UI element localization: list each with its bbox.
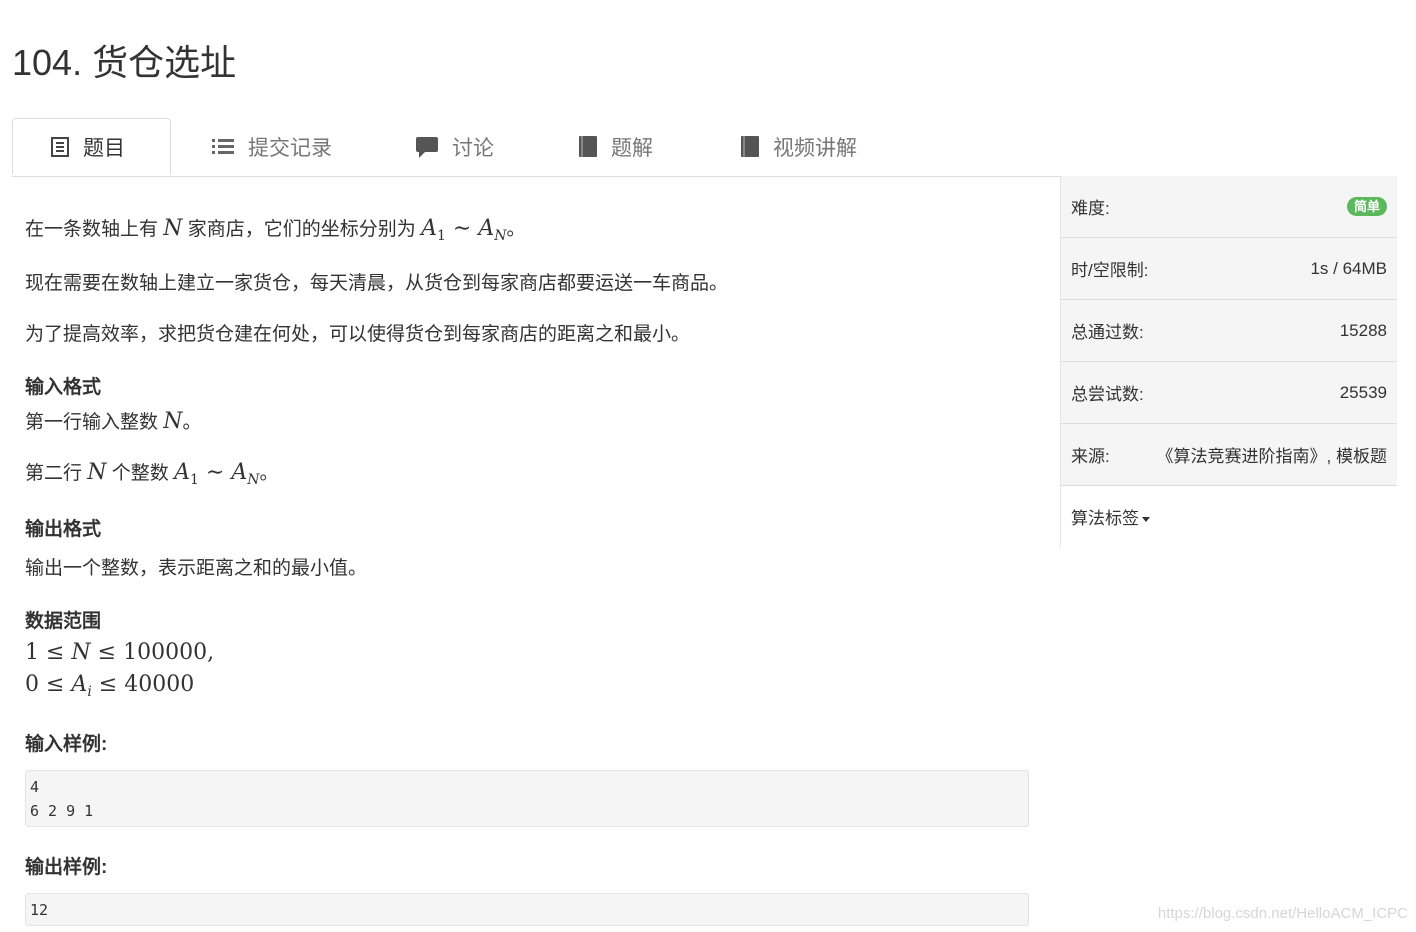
passed-row: 总通过数: 15288 — [1061, 300, 1397, 362]
tab-problem-label: 题目 — [83, 136, 125, 160]
tab-solutions-label: 题解 — [611, 136, 653, 160]
limit-label: 时/空限制: — [1071, 261, 1149, 280]
watermark: https://blog.csdn.net/HelloACM_ICPC — [1157, 905, 1408, 922]
sample-output-block: 12 — [25, 893, 1029, 926]
sample-output-heading: 输出样例: — [25, 857, 108, 878]
tried-label: 总尝试数: — [1071, 385, 1144, 404]
list-alt-icon — [51, 136, 69, 157]
input-format-heading: 输入格式 — [25, 377, 102, 398]
limit-row: 时/空限制: 1s / 64MB — [1061, 238, 1397, 300]
tags-dropdown[interactable]: 算法标签 — [1071, 504, 1150, 529]
tried-row: 总尝试数: 25539 — [1061, 362, 1397, 424]
problem-info-panel: 难度: 简单 时/空限制: 1s / 64MB 总通过数: 15288 总尝试数… — [1060, 176, 1397, 547]
tab-video-label: 视频讲解 — [773, 136, 857, 160]
tab-video[interactable]: 视频讲解 — [741, 118, 857, 175]
book-icon — [579, 136, 597, 157]
limit-value: 1s / 64MB — [1310, 258, 1387, 278]
source-value: 《算法竞赛进阶指南》, 模板题 — [1156, 447, 1387, 466]
tab-submissions-label: 提交记录 — [248, 136, 332, 160]
tab-solutions[interactable]: 题解 — [579, 118, 653, 175]
tab-discussion[interactable]: 讨论 — [416, 118, 494, 175]
tab-submissions[interactable]: 提交记录 — [212, 118, 332, 175]
sample-input-heading: 输入样例: — [25, 734, 108, 755]
source-label: 来源: — [1071, 447, 1110, 466]
input-format-line-1: 第一行输入整数 N。 — [25, 409, 202, 434]
tab-problem[interactable]: 题目 — [12, 118, 171, 175]
page-title: 104. 货仓选址 — [12, 42, 237, 83]
difficulty-row: 难度: 简单 — [1061, 176, 1397, 238]
tags-label: 算法标签 — [1071, 509, 1139, 528]
output-format-text: 输出一个整数，表示距离之和的最小值。 — [25, 558, 368, 579]
comment-icon — [416, 137, 438, 158]
source-row: 来源: 《算法竞赛进阶指南》, 模板题 — [1061, 424, 1397, 486]
caret-down-icon — [1142, 517, 1150, 523]
list-icon — [212, 137, 234, 157]
tab-discussion-label: 讨论 — [452, 136, 494, 160]
tags-row: 算法标签 — [1061, 486, 1397, 547]
problem-paragraph-2: 现在需要在数轴上建立一家货仓，每天清晨，从货仓到每家商店都要运送一车商品。 — [25, 273, 729, 294]
passed-label: 总通过数: — [1071, 323, 1144, 342]
data-range-line-1: 1 ≤ N ≤ 100000, — [25, 640, 215, 665]
output-format-heading: 输出格式 — [25, 519, 102, 540]
tried-value: 25539 — [1339, 382, 1387, 402]
passed-value: 15288 — [1339, 320, 1387, 340]
book-icon — [741, 136, 759, 157]
input-format-line-2: 第二行 N 个整数 A1 ∼ AN。 — [25, 460, 279, 488]
data-range-line-2: 0 ≤ Ai ≤ 40000 — [25, 672, 195, 700]
problem-paragraph-3: 为了提高效率，求把货仓建在何处，可以使得货仓到每家商店的距离之和最小。 — [25, 324, 691, 345]
problem-paragraph-1: 在一条数轴上有 N 家商店，它们的坐标分别为 A1 ∼ AN。 — [25, 216, 526, 244]
tab-bar: 题目 提交记录 讨论 题解 视频讲解 — [12, 118, 1396, 177]
sample-input-block: 4 6 2 9 1 — [25, 770, 1029, 827]
difficulty-badge: 简单 — [1346, 197, 1387, 216]
difficulty-label: 难度: — [1071, 199, 1110, 218]
data-range-heading: 数据范围 — [25, 611, 102, 632]
